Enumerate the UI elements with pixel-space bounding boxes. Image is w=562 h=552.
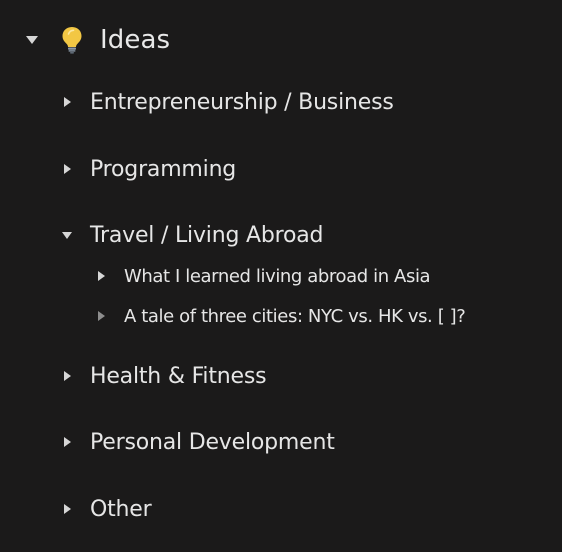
lightbulb-icon <box>60 25 84 55</box>
chevron-down-icon[interactable] <box>22 30 42 50</box>
toggle-item-health[interactable]: Health & Fitness <box>58 359 267 393</box>
chevron-right-icon[interactable] <box>58 160 76 178</box>
toggle-subitem-three-cities[interactable]: A tale of three cities: NYC vs. HK vs. [… <box>93 302 466 330</box>
toggle-item-entrepreneurship[interactable]: Entrepreneurship / Business <box>58 85 394 119</box>
toggle-item-label: Other <box>90 496 152 522</box>
toggle-subitem-label: What I learned living abroad in Asia <box>124 265 431 287</box>
ideas-header[interactable]: Ideas <box>22 20 170 60</box>
toggle-item-programming[interactable]: Programming <box>58 152 236 186</box>
chevron-right-icon[interactable] <box>58 433 76 451</box>
toggle-item-travel[interactable]: Travel / Living Abroad <box>58 218 323 252</box>
chevron-right-icon[interactable] <box>58 93 76 111</box>
chevron-right-icon[interactable] <box>58 500 76 518</box>
page-title: Ideas <box>100 25 171 55</box>
chevron-right-icon[interactable] <box>93 308 109 324</box>
toggle-subitem-label: A tale of three cities: NYC vs. HK vs. [… <box>124 305 466 327</box>
toggle-item-label: Health & Fitness <box>90 363 267 389</box>
toggle-subitem-asia[interactable]: What I learned living abroad in Asia <box>93 262 431 290</box>
chevron-down-icon[interactable] <box>58 226 76 244</box>
chevron-right-icon[interactable] <box>93 268 109 284</box>
chevron-right-icon[interactable] <box>58 367 76 385</box>
toggle-item-label: Personal Development <box>90 429 335 455</box>
toggle-item-personal-development[interactable]: Personal Development <box>58 425 335 459</box>
toggle-item-other[interactable]: Other <box>58 492 152 526</box>
toggle-item-label: Programming <box>90 156 237 182</box>
toggle-item-label: Travel / Living Abroad <box>90 222 324 248</box>
toggle-item-label: Entrepreneurship / Business <box>90 89 394 115</box>
